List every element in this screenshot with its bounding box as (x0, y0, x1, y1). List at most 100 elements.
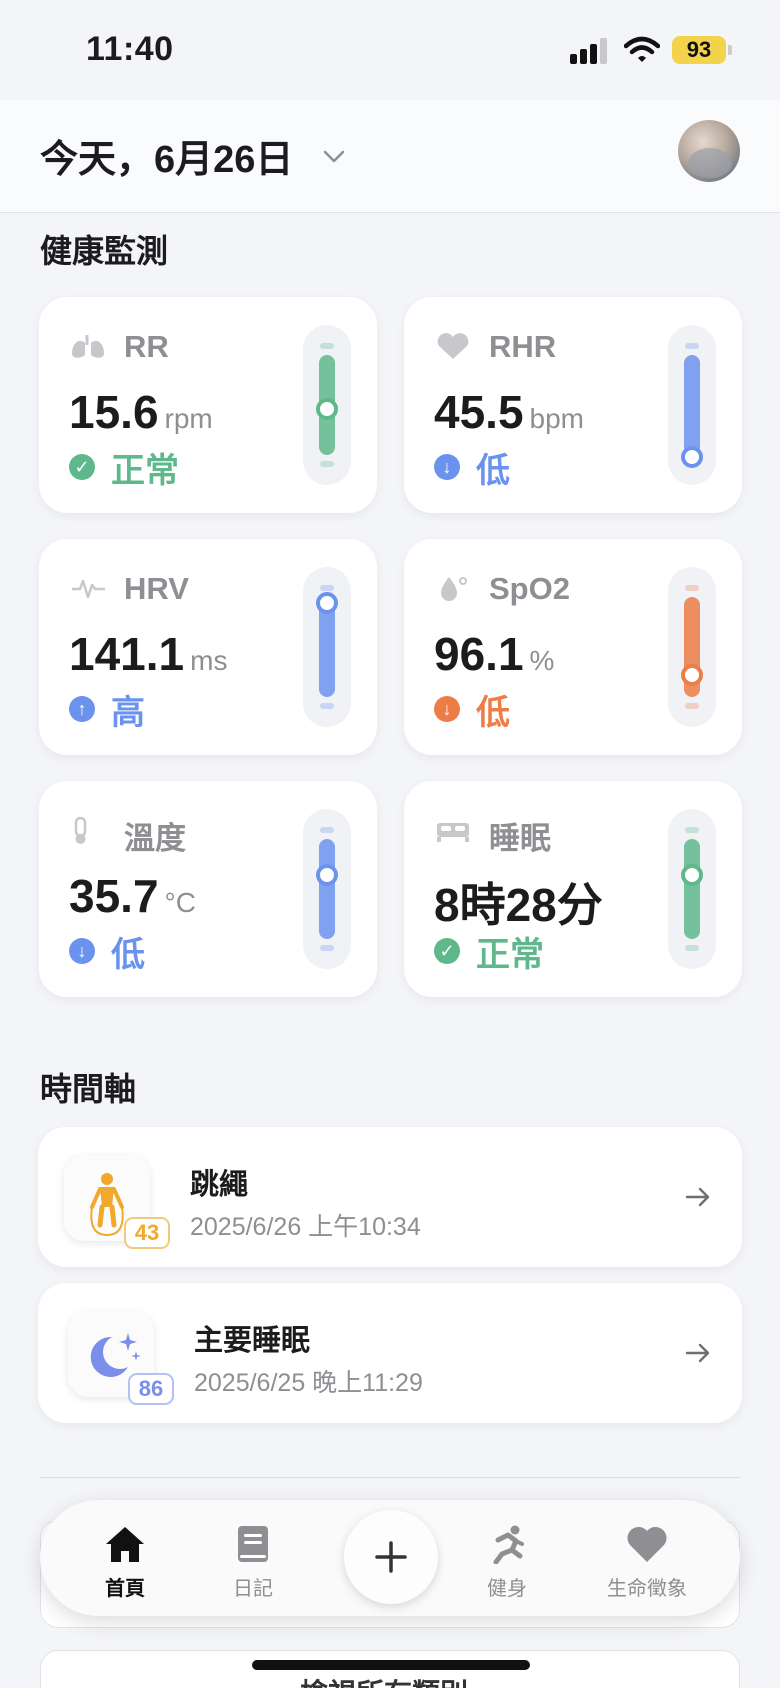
tab-home[interactable]: 首頁 (70, 1524, 180, 1604)
gauge-knob (681, 446, 703, 468)
gauge-knob (316, 592, 338, 614)
metric-number: 141.1 (69, 628, 185, 680)
status-bar: 11:40 93 (0, 0, 780, 100)
gauge-tick (320, 945, 334, 951)
level-gauge (303, 325, 351, 485)
gauge-tick (685, 585, 699, 591)
gauge-tick (685, 827, 699, 833)
metric-label: 溫度 (124, 821, 186, 856)
gauge-tick (320, 585, 334, 591)
home-icon (106, 1527, 144, 1562)
metric-status: ✓ 正常 (69, 449, 179, 490)
metric-number: 8時28分 (434, 879, 603, 931)
tab-vital-signs[interactable]: 生命徵象 (587, 1524, 707, 1604)
metric-value: 45.5 bpm (434, 385, 584, 439)
tab-label: 日記 (233, 1578, 273, 1600)
metric-status: ↓ 低 (69, 933, 145, 974)
gauge-tick (685, 945, 699, 951)
timeline-section-title: 時間軸 (40, 1071, 137, 1107)
metric-number: 15.6 (69, 386, 159, 438)
metric-number: 96.1 (434, 628, 524, 680)
home-indicator (252, 1660, 530, 1670)
arrow-up-icon: ↑ (69, 696, 95, 722)
gauge-bar (684, 355, 700, 455)
add-button[interactable] (344, 1510, 438, 1604)
level-gauge (303, 567, 351, 727)
timeline-item-title: 主要睡眠 (194, 1325, 311, 1357)
thermometer-icon (74, 816, 87, 844)
metric-label: RHR (489, 329, 557, 364)
status-text: 低 (476, 693, 510, 732)
battery-cap (728, 45, 732, 55)
battery-indicator: 93 (672, 36, 726, 64)
header: 今天，6月26日 (0, 100, 780, 213)
timeline-item-time: 2025/6/26 上午10:34 (190, 1213, 421, 1241)
metric-unit: bpm (529, 403, 584, 434)
health-section-title: 健康監測 (40, 233, 169, 269)
gauge-knob (316, 398, 338, 420)
metric-unit: ms (190, 645, 228, 676)
status-text: 正常 (111, 451, 179, 490)
metric-status: ↓ 低 (434, 691, 510, 732)
lungs-icon (72, 335, 104, 358)
timeline-item-main-sleep[interactable]: 86 主要睡眠 2025/6/25 晚上11:29 (38, 1283, 742, 1423)
gauge-tick (320, 827, 334, 833)
gauge-tick (685, 703, 699, 709)
metric-value: 8時28分 (434, 869, 609, 935)
wifi-icon (624, 36, 660, 62)
level-gauge (303, 809, 351, 969)
timeline-item-jump-rope[interactable]: 43 跳繩 2025/6/26 上午10:34 (38, 1127, 742, 1267)
check-icon: ✓ (69, 454, 95, 480)
metric-status: ↓ 低 (434, 449, 510, 490)
arrow-right-icon (685, 1187, 710, 1207)
status-text: 低 (111, 935, 145, 974)
heart-icon (627, 1526, 667, 1562)
gauge-knob (316, 864, 338, 886)
score-badge: 86 (128, 1373, 174, 1405)
arrow-down-icon: ↓ (434, 454, 460, 480)
metric-value: 35.7 °C (69, 869, 196, 923)
metric-status: ✓ 正常 (434, 933, 544, 974)
level-gauge (668, 325, 716, 485)
chevron-down-icon[interactable] (322, 144, 346, 168)
arrow-right-icon (685, 1343, 710, 1363)
date-title[interactable]: 今天，6月26日 (40, 128, 293, 183)
metric-status: ↑ 高 (69, 691, 145, 732)
arrow-down-icon: ↓ (434, 696, 460, 722)
tab-bar: 首頁 日記 健身 生命徵象 (40, 1500, 740, 1616)
tab-label: 首頁 (105, 1578, 145, 1600)
metric-card-睡眠[interactable]: 睡眠 8時28分 ✓ 正常 (404, 781, 742, 997)
status-text: 正常 (476, 935, 544, 974)
gauge-tick (320, 703, 334, 709)
gauge-tick (320, 343, 334, 349)
metric-card-hrv[interactable]: HRV 141.1 ms ↑ 高 (39, 539, 377, 755)
check-icon: ✓ (434, 938, 460, 964)
gauge-bar (319, 839, 335, 939)
gauge-tick (685, 343, 699, 349)
plus-icon (375, 1541, 407, 1573)
metric-unit: % (529, 645, 555, 676)
level-gauge (668, 809, 716, 969)
tab-fitness[interactable]: 健身 (452, 1524, 562, 1604)
pulse-icon (72, 579, 105, 599)
metric-number: 35.7 (69, 870, 159, 922)
metric-card-spo2[interactable]: SpO2 96.1% ↓ 低 (404, 539, 742, 755)
tab-diary[interactable]: 日記 (198, 1524, 308, 1604)
gauge-knob (681, 664, 703, 686)
metric-label: HRV (124, 571, 189, 606)
divider (40, 1477, 740, 1478)
score-badge: 43 (124, 1217, 170, 1249)
metric-card-rhr[interactable]: RHR 45.5 bpm ↓ 低 (404, 297, 742, 513)
status-text: 低 (476, 451, 510, 490)
metric-label: SpO2 (489, 571, 570, 606)
metric-label: RR (124, 329, 169, 364)
timeline-item-title: 跳繩 (190, 1169, 249, 1201)
status-text: 高 (111, 693, 145, 732)
metric-value: 141.1 ms (69, 627, 227, 681)
tab-label: 生命徵象 (607, 1578, 687, 1600)
cellular-signal-icon (570, 38, 610, 64)
avatar[interactable] (678, 120, 740, 182)
metric-card-rr[interactable]: RR 15.6 rpm ✓ 正常 (39, 297, 377, 513)
droplet-icon (441, 577, 467, 601)
metric-card-溫度[interactable]: 溫度 35.7 °C ↓ 低 (39, 781, 377, 997)
